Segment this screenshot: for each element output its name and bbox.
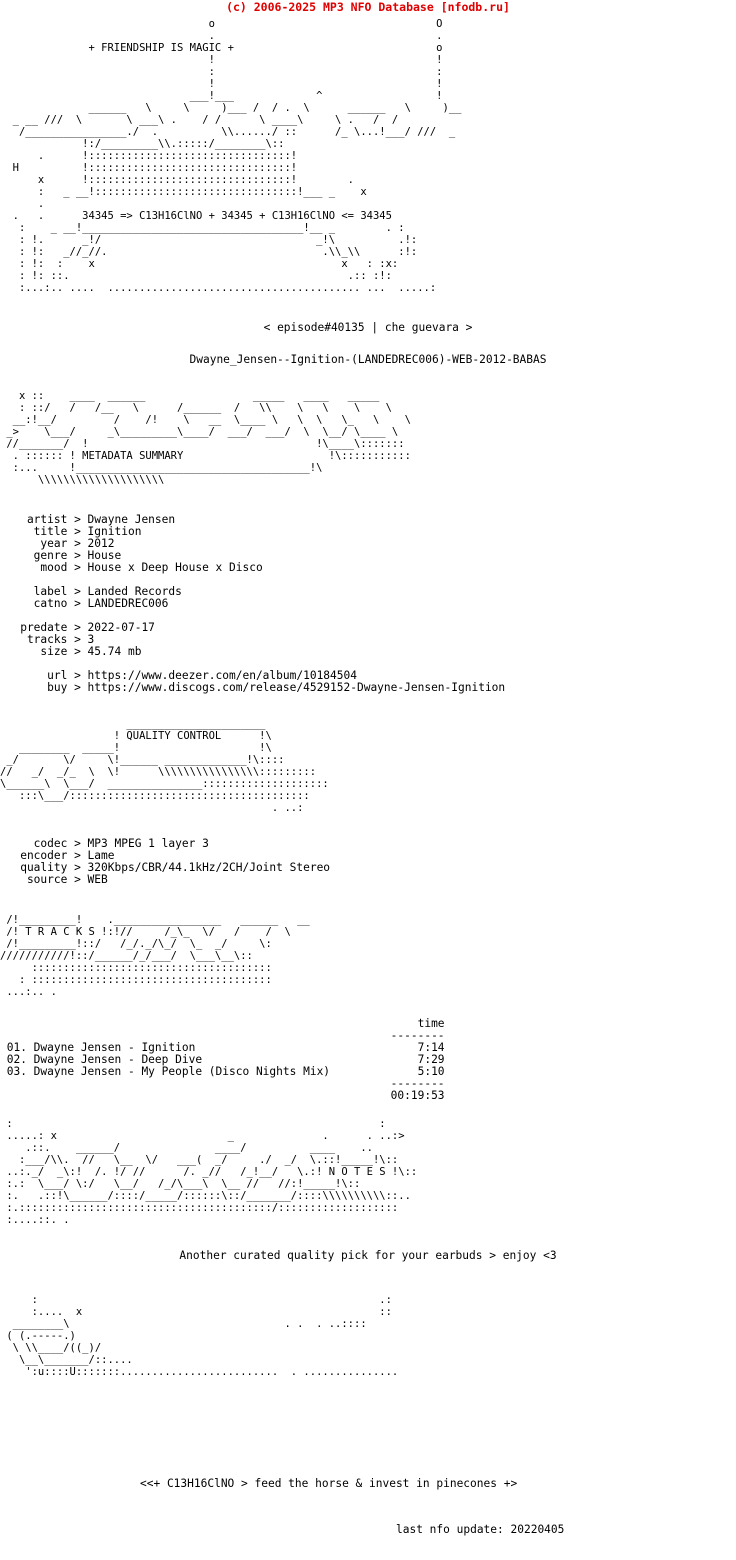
footer-art-line-7: ':u::::U:::::::.........................… <box>0 1366 399 1378</box>
top-art-line-1: o O <box>0 18 443 30</box>
footer-art-line-4: ( (.-----.) <box>0 1330 76 1342</box>
top-art-line-14: x !::::::::::::::::::::::::::::::::! . <box>0 174 355 186</box>
metadata-banner-title-line: . :::::: ! METADATA SUMMARY !\::::::::::… <box>0 450 411 462</box>
quality-banner-line-1: ______________________ <box>0 718 266 730</box>
top-art-line-13: H !::::::::::::::::::::::::::::::::! <box>0 162 298 174</box>
top-art-line-11: !:/_________\\.:::::/________\:: <box>0 138 285 150</box>
notes-text: Another curated quality pick for your ea… <box>179 1249 557 1262</box>
metadata-banner-line-2: : ::/ / /__ \ /______ / \\ \ \ \ \ <box>0 402 392 414</box>
notes-banner-line-2: .....: x _ . . ..:> <box>0 1130 405 1142</box>
top-art-line-18: : _ __!_________________________________… <box>0 222 405 234</box>
tracks-banner-line-4: ///////////!::/______/_/___/ \___\__\:: <box>0 950 253 962</box>
metadata-banner-line-5: //_______/ ! !\____\::::::: <box>0 438 405 450</box>
notes-banner-line-9: :....::. . <box>0 1214 70 1226</box>
notes-banner-line-7: :. .::!\______/::::/_____/::::::\::/____… <box>0 1190 411 1202</box>
top-art-line-22: : !: ::. .:: :!: <box>0 270 392 282</box>
top-art-line-19: : !. _!/ _!\ .!: <box>0 234 418 246</box>
top-art-line-15: : _ __!::::::::::::::::::::::::::::::::!… <box>0 186 367 198</box>
quality-fields: codec > MP3 MPEG 1 layer 3 encoder > Lam… <box>20 837 331 886</box>
episode-line: < episode#40135 | che guevara > <box>263 321 473 334</box>
top-art-line-10: /________________./ . \\....../ :: /_ \.… <box>0 126 456 138</box>
release-name: Dwayne_Jensen--Ignition-(LANDEDREC006)-W… <box>189 353 547 366</box>
top-art-line-21: : !: : x x : :x: <box>0 258 399 270</box>
footer-art-line-5: \ \\____/((_)/ <box>0 1342 108 1354</box>
top-art-line-12: . !::::::::::::::::::::::::::::::::! <box>0 150 298 162</box>
top-art-line-20: : !: _//_//. .\\_\\ :!: <box>0 246 418 258</box>
top-art-line-4: ! ! <box>0 54 443 66</box>
metadata-fields-release: predate > 2022-07-17 tracks > 3 size > 4… <box>20 621 155 658</box>
top-art-line-6: ! ! <box>0 78 443 90</box>
tracks-banner-title-line: /! T R A C K S !:!// /_\_ \/ / / \ <box>0 926 291 938</box>
tracks-banner-line-6: : :::::::::::::::::::::::::::::::::::::: <box>0 974 272 986</box>
notes-banner-line-8: :.::::::::::::::::::::::::::::::::::::::… <box>0 1202 399 1214</box>
top-art-line-7: ___!___ ^ ! <box>0 90 443 102</box>
notes-banner-line-3: .::. ______/ ____/ ____ .. <box>0 1142 373 1154</box>
tracks-banner-line-5: :::::::::::::::::::::::::::::::::::::: <box>0 962 272 974</box>
top-art-line-16: . <box>0 198 45 210</box>
metadata-fields-label: label > Landed Records catno > LANDEDREC… <box>33 585 182 610</box>
notes-banner-title-line: ..:._/ _\:! /. !/ // /. _// /_!__/ \.:! … <box>0 1166 418 1178</box>
quality-banner-line-3: ________ _____! !\ <box>0 742 272 754</box>
top-art-line-3: + FRIENDSHIP IS MAGIC + o <box>0 42 443 54</box>
tracklist-table: time -------- 01. Dwayne Jensen - Igniti… <box>6 1017 445 1102</box>
notes-banner-line-1: : : <box>0 1118 386 1130</box>
quality-banner-line-8: . ..: <box>0 802 304 814</box>
last-nfo-update: last nfo update: 20220405 <box>396 1523 565 1536</box>
nfodb-copyright-header: (c) 2006-2025 MP3 NFO Database [nfodb.ru… <box>226 0 510 14</box>
tracks-banner-line-3: /!_________!::/ /_/._/\_/ \_ _/ \: <box>0 938 272 950</box>
tracks-banner-line-7: ...:.. . <box>0 986 57 998</box>
metadata-banner-line-7: :... !__________________________________… <box>0 462 323 474</box>
quality-control-banner: ______________________ ! QUALITY CONTROL… <box>0 718 736 814</box>
footer-slogan: <<+ C13H16ClNO > feed the horse & invest… <box>140 1477 518 1490</box>
metadata-banner-line-3: __:!__/ / /! \ __ \____ \ \ \ \_ \ \ <box>0 414 411 426</box>
metadata-fields-links[interactable]: url > https://www.deezer.com/en/album/10… <box>0 670 736 694</box>
nfo-page: (c) 2006-2025 MP3 NFO Database [nfodb.ru… <box>0 0 736 1560</box>
quality-banner-line-6: \______\ \___/ _______________::::::::::… <box>0 778 329 790</box>
footer-art-line-3: ________\ . . . ..:::: <box>0 1318 367 1330</box>
top-art-line-9: _ __ /// \ \ ___\ . / / \ ____\ \ . / / <box>0 114 399 126</box>
notes-banner-line-6: :.: \___/ \:/ \__/ /_/\___\ \__ // //:!_… <box>0 1178 361 1190</box>
metadata-fields-primary: artist > Dwayne Jensen title > Ignition … <box>26 513 263 574</box>
top-art-line-8: ______ \ \ )___ / / . \ ______ \ )__ <box>0 102 462 114</box>
notes-banner-line-4: :___/\\. // \__ \/ ___( _/ ./ _/ \.::!__… <box>0 1154 399 1166</box>
top-ascii-art: o O . . + FRIENDSHIP IS MAGIC + o ! !: … <box>0 18 736 294</box>
metadata-banner-line-4: _> \___/ _\_________\____/ ___/ ___/ \ \… <box>0 426 399 438</box>
top-art-line-2: . . <box>0 30 443 42</box>
footer-art-line-6: \__\_______/::.... <box>0 1354 133 1366</box>
tracks-banner: /!_________! ._________________ ______ _… <box>0 914 736 998</box>
quality-banner-line-7: :::\___/::::::::::::::::::::::::::::::::… <box>0 790 310 802</box>
top-art-line-5: : : <box>0 66 443 78</box>
footer-art-line-2: :.... x :: <box>0 1306 392 1318</box>
footer-art-line-1: : .: <box>0 1294 392 1306</box>
quality-banner-line-4: _/ \/ \!______ _____________!\:::: <box>0 754 285 766</box>
metadata-banner-line-1: x :: ____ ______ _____ ____ _____ <box>0 390 380 402</box>
chemical-formula-line: . . 34345 => C13H16ClNO + 34345 + C13H16… <box>0 210 392 222</box>
notes-banner: : : .....: x _ . . ..:> .::. ______/ ___… <box>0 1118 736 1226</box>
quality-banner-title-line: ! QUALITY CONTROL !\ <box>0 730 272 742</box>
top-art-line-23: :...:.. .... ...........................… <box>0 282 437 294</box>
metadata-summary-banner: x :: ____ ______ _____ ____ _____ : ::/ … <box>0 390 736 486</box>
tracks-banner-line-1: /!_________! ._________________ ______ _… <box>0 914 310 926</box>
metadata-banner-line-8: \\\\\\\\\\\\\\\\\\\\ <box>0 474 165 486</box>
footer-horse-art: : .: :.... x :: ________\ . . . ..:::: (… <box>0 1294 736 1378</box>
quality-banner-line-5: // _/ _/_ \ \! \\\\\\\\\\\\\\\\::::::::: <box>0 766 317 778</box>
